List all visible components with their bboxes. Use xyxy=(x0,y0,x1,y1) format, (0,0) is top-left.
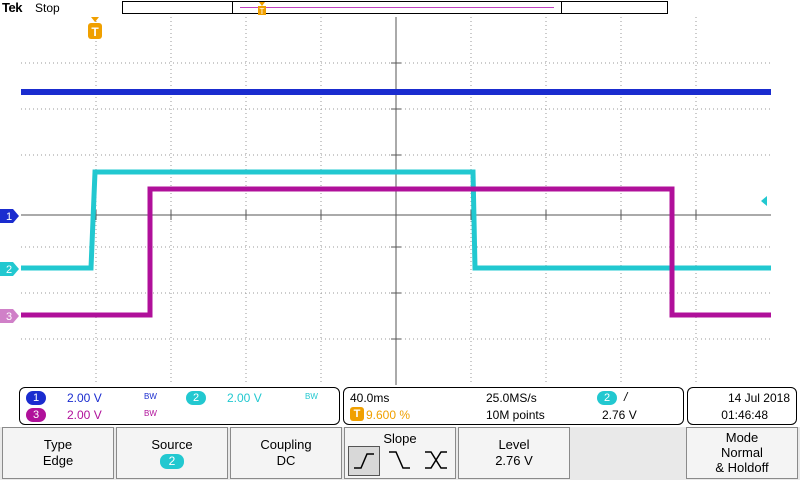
trigger-t-icon: T xyxy=(350,407,364,421)
ch1-badge: 1 xyxy=(26,391,46,405)
sample-rate: 25.0MS/s xyxy=(486,391,537,405)
date-readout: 14 Jul 2018 xyxy=(727,391,790,405)
trigger-coupling-value: DC xyxy=(276,453,296,468)
trigger-source-value: 2 xyxy=(160,454,184,469)
timebase-readout-panel[interactable]: 40.0ms T 9.600 % 25.0MS/s 10M points 2 /… xyxy=(343,387,684,425)
trigger-mode-value-2: & Holdoff xyxy=(715,460,769,475)
svg-text:T: T xyxy=(91,25,99,39)
trigger-slope-symbol: / xyxy=(624,390,628,404)
ch3-badge: 3 xyxy=(26,408,46,422)
trigger-position: 9.600 % xyxy=(366,408,411,422)
trigger-source-badge: 2 xyxy=(597,391,617,405)
waveform-graticule[interactable]: T xyxy=(21,17,771,385)
ch3-marker-label: 3 xyxy=(6,311,12,323)
ch1-scale: 2.00 V xyxy=(67,391,102,405)
falling-edge-icon[interactable] xyxy=(387,448,413,474)
either-edge-icon[interactable] xyxy=(423,448,449,474)
ch3-bw-limit: BW xyxy=(144,409,157,418)
svg-text:T: T xyxy=(260,7,265,15)
trigger-level-readout: 2.76 V xyxy=(602,408,637,422)
trigger-source-button[interactable]: Source 2 xyxy=(116,427,228,479)
brand-logo: Tek xyxy=(2,0,22,15)
ch2-bw-limit: BW xyxy=(305,392,318,401)
horizontal-scale: 40.0ms xyxy=(350,391,390,405)
trigger-type-button[interactable]: Type Edge xyxy=(2,427,114,479)
record-trigger-icon: T xyxy=(258,2,266,15)
trigger-level-button[interactable]: Level 2.76 V xyxy=(458,427,570,479)
trigger-slope-title: Slope xyxy=(383,431,417,446)
channel-readout-panel[interactable]: 1 2.00 V BW 2 2.00 V BW 3 2.00 V BW xyxy=(19,387,340,425)
ch2-ground-marker[interactable]: 2 xyxy=(0,262,20,276)
trigger-level-value: 2.76 V xyxy=(495,453,533,468)
ch1-waveform xyxy=(21,89,771,95)
ch2-marker-label: 2 xyxy=(6,264,12,276)
trigger-mode-title: Mode xyxy=(725,430,759,445)
ch3-scale: 2.00 V xyxy=(67,408,102,422)
record-view-trace xyxy=(240,7,554,8)
ch2-scale: 2.00 V xyxy=(227,391,262,405)
trigger-coupling-title: Coupling xyxy=(260,437,312,452)
datetime-panel: 14 Jul 2018 01:46:48 xyxy=(687,387,797,425)
trigger-slope-button[interactable]: Slope xyxy=(344,427,456,479)
trigger-source-title: Source xyxy=(151,437,193,452)
ch3-ground-marker[interactable]: 3 xyxy=(0,309,20,323)
trigger-type-title: Type xyxy=(43,437,73,452)
ch1-ground-marker[interactable]: 1 xyxy=(0,209,20,223)
ch2-badge: 2 xyxy=(186,391,206,405)
trigger-mode-value-1: Normal xyxy=(721,445,763,460)
record-length: 10M points xyxy=(486,408,545,422)
time-readout: 01:46:48 xyxy=(721,408,768,422)
ch1-marker-label: 1 xyxy=(6,211,12,223)
trigger-level-title: Level xyxy=(498,437,530,452)
trigger-type-value: Edge xyxy=(42,453,74,468)
rising-edge-icon[interactable] xyxy=(348,446,380,476)
run-state: Stop xyxy=(35,1,60,15)
trigger-coupling-button[interactable]: Coupling DC xyxy=(230,427,342,479)
trigger-mode-button[interactable]: Mode Normal & Holdoff xyxy=(686,427,798,479)
ch1-bw-limit: BW xyxy=(144,392,157,401)
